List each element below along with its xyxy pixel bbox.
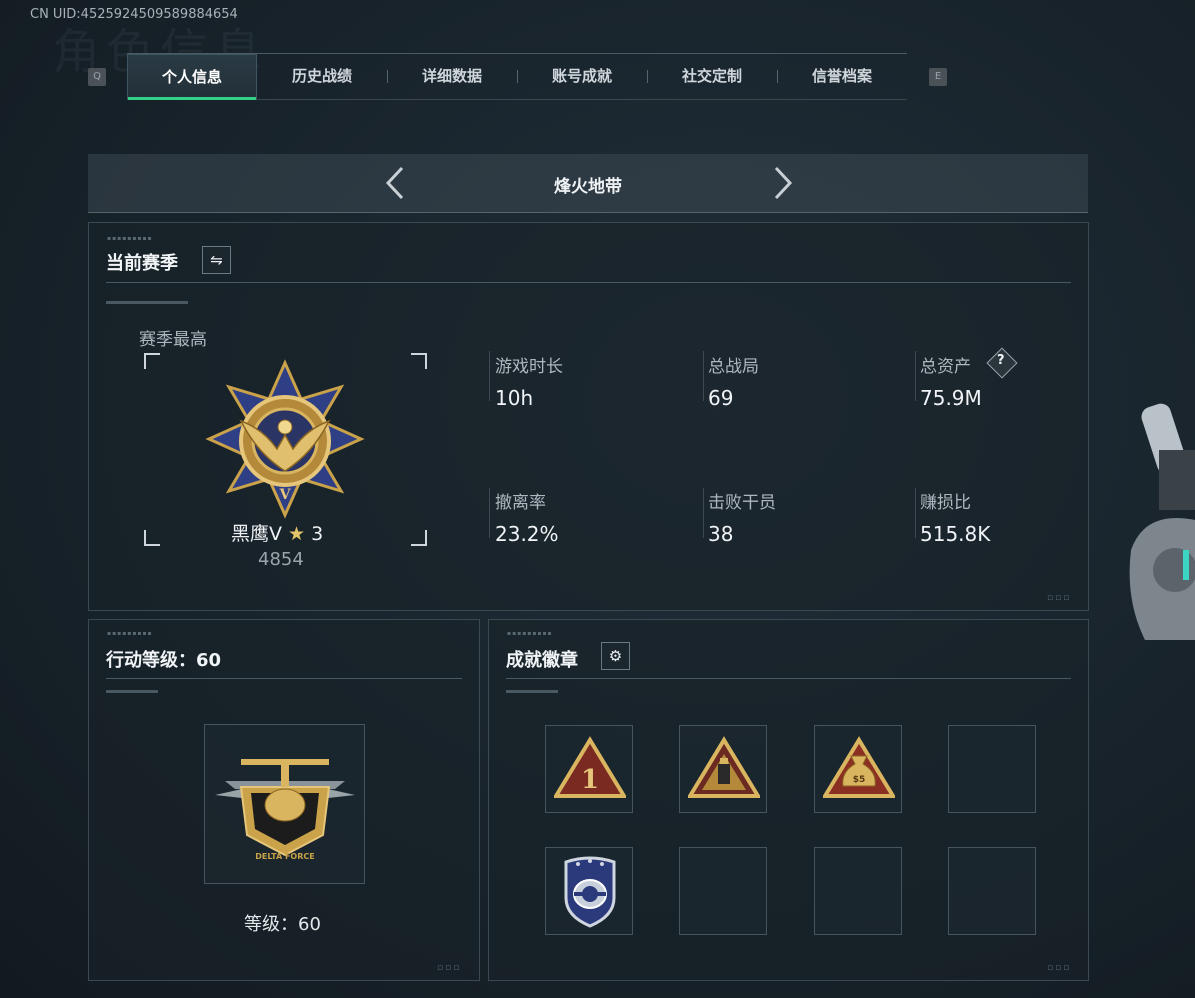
action-level-rule xyxy=(106,678,462,679)
panel-decoration xyxy=(506,690,558,693)
current-season-panel: ▪▪▪▪▪▪▪▪▪ 当前赛季 ⇋ 赛季最高 V 黑鹰V ★ 3 4854 游戏时… xyxy=(88,222,1089,611)
tab-account-achievements[interactable]: 账号成就 xyxy=(517,54,647,99)
chevron-left-icon[interactable] xyxy=(378,164,416,202)
q-key-hint[interactable]: Q xyxy=(88,68,106,86)
achievements-rule xyxy=(506,678,1071,679)
badge-slot-empty[interactable] xyxy=(679,847,767,935)
emblem-text: DELTA FORCE xyxy=(255,852,314,861)
panel-corner-dots: ▫▫▫ xyxy=(1047,593,1072,603)
badge-first-place-icon: 1 xyxy=(554,736,626,798)
tab-reputation[interactable]: 信誉档案 xyxy=(777,54,907,99)
mode-title: 烽火地带 xyxy=(554,177,622,197)
badge-slot[interactable] xyxy=(545,847,633,935)
black-hawk-rank-medal-icon: V xyxy=(205,359,365,519)
stat-divider xyxy=(915,351,916,401)
badge-slot[interactable] xyxy=(679,725,767,813)
swap-icon[interactable]: ⇋ xyxy=(202,246,231,274)
tab-personal-info[interactable]: 个人信息 xyxy=(127,54,257,100)
achievements-title: 成就徽章 xyxy=(506,650,578,671)
badge-money-bag-icon: $5 xyxy=(823,736,895,798)
badge-slot[interactable]: $5 xyxy=(814,725,902,813)
user-uid: CN UID:4525924509589884654 xyxy=(30,7,238,22)
tab-social-customization[interactable]: 社交定制 xyxy=(647,54,777,99)
frame-corner xyxy=(144,353,160,369)
stat-extract-rate-label: 撤离率 xyxy=(495,493,546,513)
rank-name: 黑鹰V ★ 3 xyxy=(231,519,323,546)
svg-text:V: V xyxy=(279,487,292,503)
frame-corner xyxy=(144,530,160,546)
season-best-label: 赛季最高 xyxy=(139,330,207,350)
star-icon: ★ xyxy=(288,523,306,545)
rank-name-text: 黑鹰V xyxy=(231,523,282,545)
panel-decoration: ▪▪▪▪▪▪▪▪▪ xyxy=(507,630,553,637)
tab-detailed-data[interactable]: 详细数据 xyxy=(387,54,517,99)
stat-playtime-label: 游戏时长 xyxy=(495,357,563,377)
help-icon-text: ? xyxy=(997,353,1005,368)
stat-divider xyxy=(915,488,916,538)
action-level-title: 行动等级：60 xyxy=(106,650,222,671)
stat-playtime-value: 10h xyxy=(495,386,534,410)
stat-kills-label: 击败干员 xyxy=(708,493,776,513)
gear-icon[interactable]: ⚙ xyxy=(601,642,630,670)
helicopter-emblem-icon: DELTA FORCE xyxy=(215,759,355,861)
season-rule xyxy=(106,282,1071,283)
season-title: 当前赛季 xyxy=(106,253,178,274)
stat-divider xyxy=(703,488,704,538)
action-level-text: 等级：60 xyxy=(244,914,321,935)
stat-divider xyxy=(703,351,704,401)
stat-matches-label: 总战局 xyxy=(708,357,759,377)
frame-corner xyxy=(411,530,427,546)
panel-decoration xyxy=(106,690,158,693)
rank-points: 4854 xyxy=(258,549,304,570)
character-model-edge xyxy=(1129,403,1195,640)
action-level-panel: ▪▪▪▪▪▪▪▪▪ 行动等级：60 DELTA FORCE 等级：60 ▫▫▫ xyxy=(88,619,480,981)
panel-decoration: ▪▪▪▪▪▪▪▪▪ xyxy=(107,630,153,637)
panel-corner-dots: ▫▫▫ xyxy=(437,963,462,973)
e-key-hint[interactable]: E xyxy=(929,68,947,86)
chevron-right-icon[interactable] xyxy=(762,164,800,202)
tab-history[interactable]: 历史战绩 xyxy=(257,54,387,99)
stat-profit-ratio-label: 赚损比 xyxy=(920,493,971,513)
rank-stars: 3 xyxy=(311,523,324,545)
badge-slot-empty[interactable] xyxy=(948,847,1036,935)
stat-kills-value: 38 xyxy=(708,522,734,546)
badge-usb-icon xyxy=(688,736,760,798)
frame-corner xyxy=(411,353,427,369)
badge-slot[interactable]: 1 xyxy=(545,725,633,813)
badge-text: 1 xyxy=(581,765,599,795)
stat-profit-ratio-value: 515.8K xyxy=(920,522,991,546)
achievements-panel: ▪▪▪▪▪▪▪▪▪ 成就徽章 ⚙ 1 $5 ▫▫▫ xyxy=(488,619,1089,981)
panel-corner-dots: ▫▫▫ xyxy=(1047,963,1072,973)
panel-decoration: ▪▪▪▪▪▪▪▪▪ xyxy=(107,235,153,242)
badge-police-shield-icon xyxy=(564,856,616,928)
stat-assets-label: 总资产 xyxy=(920,357,971,377)
action-level-emblem-frame: DELTA FORCE xyxy=(204,724,365,884)
stat-extract-rate-value: 23.2% xyxy=(495,522,559,546)
stat-divider xyxy=(489,351,490,401)
mode-selector-bar: 烽火地带 xyxy=(88,154,1088,213)
stat-matches-value: 69 xyxy=(708,386,734,410)
stat-assets-value: 75.9M xyxy=(920,386,982,410)
panel-decoration xyxy=(106,301,188,304)
badge-text: $5 xyxy=(853,775,866,785)
badge-slot-empty[interactable] xyxy=(814,847,902,935)
badge-slot-empty[interactable] xyxy=(948,725,1036,813)
stat-divider xyxy=(489,488,490,538)
